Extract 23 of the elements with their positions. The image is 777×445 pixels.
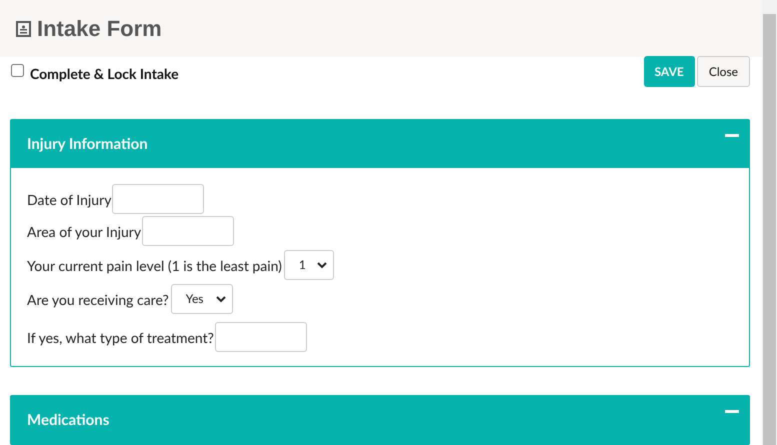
input-field[interactable] xyxy=(214,322,307,352)
lock-checkbox[interactable] xyxy=(11,64,24,77)
minus-icon[interactable] xyxy=(725,410,739,413)
select-field[interactable]: Yes xyxy=(170,284,233,314)
field-label: Date of Injury xyxy=(27,190,112,210)
input-field[interactable] xyxy=(112,184,204,214)
minus-icon[interactable] xyxy=(725,134,739,137)
close-button[interactable]: Close xyxy=(696,56,750,87)
field-label: Are you receiving care? xyxy=(27,290,169,310)
field-label: Your current pain level (1 is the least pain) xyxy=(27,256,282,276)
field-label: Area of your Injury xyxy=(27,222,142,242)
field-label: If yes, what type of treatment? xyxy=(27,328,214,348)
chevron-icon xyxy=(316,262,327,268)
checkbox-label: Complete & Lock Intake xyxy=(30,64,179,84)
panel-title: Medications xyxy=(27,410,110,431)
form-icon xyxy=(16,20,31,36)
window-title: Intake Form xyxy=(37,15,162,43)
scrollbar-thumb[interactable] xyxy=(763,14,776,445)
chevron-icon xyxy=(216,296,226,302)
panel-title: Injury Information xyxy=(27,134,148,155)
select-field[interactable]: 1 xyxy=(284,250,334,280)
input-field[interactable] xyxy=(142,216,234,246)
scrollbar[interactable] xyxy=(762,0,777,445)
